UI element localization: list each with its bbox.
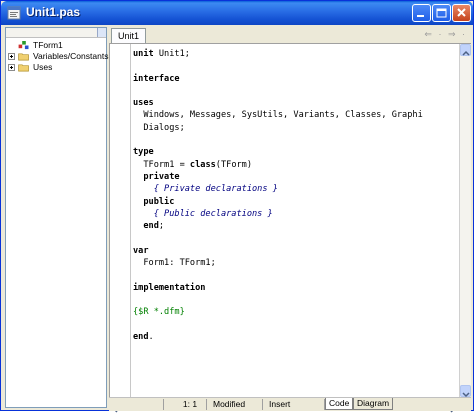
code-token: end: [133, 331, 149, 342]
app-icon: [7, 6, 21, 20]
close-button[interactable]: [452, 4, 471, 22]
code-line[interactable]: var: [133, 245, 423, 257]
code-editor-frame: Unit1 ⇐ · ⇒ · unit Unit1; interface uses W…: [109, 27, 471, 413]
code-line[interactable]: end.: [133, 331, 423, 343]
code-token: Windows, Messages, SysUtils, Variants, C…: [133, 110, 423, 121]
code-line[interactable]: Dialogs;: [133, 122, 423, 134]
window-title: Unit1.pas: [26, 5, 81, 19]
tree-item-label: TForm1: [33, 40, 63, 50]
title-bar[interactable]: Unit1.pas: [1, 1, 473, 25]
code-token: implementation: [133, 282, 206, 293]
tab-code[interactable]: Code: [325, 398, 354, 410]
code-line[interactable]: TForm1 = class(TForm): [133, 159, 423, 171]
editor-gutter: [110, 44, 131, 398]
code-token: Unit1;: [153, 49, 190, 59]
tree-item-label: Uses: [33, 62, 53, 72]
code-token: ;: [158, 221, 165, 232]
source-code[interactable]: unit Unit1; interface uses Windows, Messag…: [133, 48, 423, 343]
explorer-top-scrollbar[interactable]: [6, 28, 106, 38]
minimize-icon: [417, 15, 424, 17]
expand-icon[interactable]: [8, 63, 15, 71]
code-line[interactable]: unit Unit1;: [133, 48, 423, 60]
maximize-icon: [436, 8, 447, 18]
ide-window: Unit1.pas TForm1 Variables/Constants Use…: [0, 0, 474, 413]
insert-mode-indicator: Insert: [265, 399, 325, 410]
code-token: { Private declarations }: [133, 184, 278, 195]
minimize-button[interactable]: [412, 4, 431, 22]
folder-icon: [18, 63, 29, 71]
code-token: {$R *.dfm}: [133, 307, 185, 318]
maximize-button[interactable]: [432, 4, 451, 22]
code-token: uses: [133, 98, 154, 109]
code-token: end: [143, 221, 159, 232]
code-editor[interactable]: unit Unit1; interface uses Windows, Messag…: [109, 44, 459, 398]
expand-icon[interactable]: [8, 52, 15, 60]
close-icon: [457, 8, 466, 17]
code-token: (TForm): [215, 159, 253, 170]
navigation-arrows[interactable]: ⇐ · ⇒ ·: [424, 29, 467, 40]
code-line[interactable]: public: [133, 196, 423, 208]
status-spacer: [149, 399, 163, 410]
code-line[interactable]: Form1: TForm1;: [133, 257, 423, 269]
code-line[interactable]: [133, 134, 423, 146]
form-icon: [18, 40, 29, 49]
code-line[interactable]: {$R *.dfm}: [133, 306, 423, 318]
code-line[interactable]: [133, 319, 423, 331]
scroll-up-button[interactable]: [460, 44, 471, 56]
code-token: TForm1 =: [133, 159, 190, 170]
cursor-position: 1: 1: [163, 399, 207, 410]
code-token: type: [133, 147, 154, 158]
scroll-down-button[interactable]: [460, 385, 471, 398]
code-token: unit: [133, 49, 154, 59]
code-token: private: [143, 171, 180, 182]
code-token: Form1: TForm1;: [133, 258, 216, 269]
tab-diagram[interactable]: Diagram: [353, 398, 394, 410]
code-line[interactable]: type: [133, 146, 423, 158]
code-token: interface: [133, 73, 180, 84]
code-token: class: [189, 159, 216, 170]
code-line[interactable]: [133, 85, 423, 97]
code-line[interactable]: { Private declarations }: [133, 183, 423, 195]
vertical-scrollbar[interactable]: [459, 44, 471, 398]
code-line[interactable]: private: [133, 171, 423, 183]
folder-icon: [18, 52, 29, 60]
code-line[interactable]: [133, 269, 423, 281]
code-token: .: [148, 331, 154, 342]
code-token: var: [133, 245, 149, 256]
code-line[interactable]: implementation: [133, 282, 423, 294]
code-line[interactable]: interface: [133, 73, 423, 85]
code-line[interactable]: { Public declarations }: [133, 208, 423, 220]
code-line[interactable]: uses: [133, 97, 423, 109]
code-line[interactable]: Windows, Messages, SysUtils, Variants, C…: [133, 109, 423, 121]
code-token: public: [143, 196, 175, 207]
code-line[interactable]: [133, 294, 423, 306]
tab-unit1[interactable]: Unit1: [111, 28, 147, 43]
tree-item-uses[interactable]: Uses: [8, 61, 52, 73]
code-line[interactable]: end;: [133, 220, 423, 232]
status-bar: 1: 1 Modified Insert Code Diagram: [109, 397, 471, 411]
code-explorer-panel[interactable]: TForm1 Variables/Constants Uses: [5, 27, 109, 408]
editor-tab-bar: Unit1 ⇐ · ⇒ ·: [109, 27, 471, 44]
code-token: { Public declarations }: [133, 208, 273, 219]
code-line[interactable]: [133, 60, 423, 72]
arrow-up-icon: [462, 50, 470, 56]
code-token: Dialogs;: [133, 122, 185, 133]
tree-item-label: Variables/Constants: [33, 51, 109, 61]
explorer-scroll-button[interactable]: [97, 28, 106, 37]
modified-indicator: Modified: [209, 399, 263, 410]
code-line[interactable]: [133, 232, 423, 244]
